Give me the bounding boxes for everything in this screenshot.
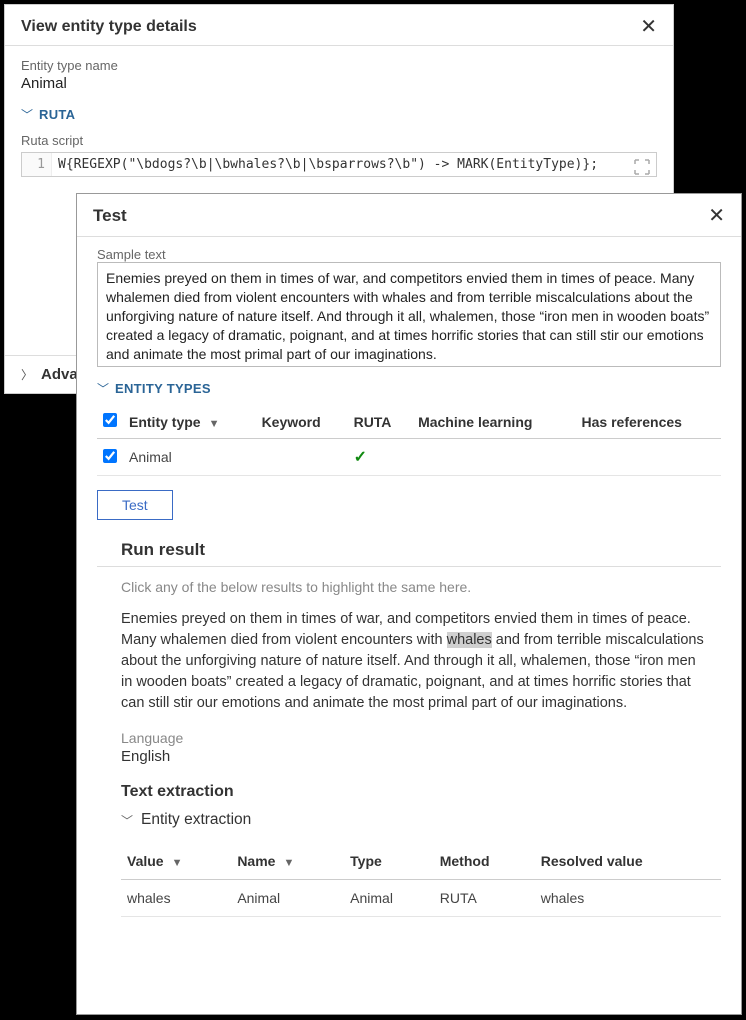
extraction-table: Value▼ Name▼ Type Method Resolved value … xyxy=(121,843,721,917)
entity-extraction-label: Entity extraction xyxy=(141,811,251,829)
ruta-code-editor[interactable]: 1 W{REGEXP("\bdogs?\b|\bwhales?\b|\bspar… xyxy=(21,152,657,177)
col-keyword[interactable]: Keyword xyxy=(256,405,348,439)
cell-resolved: whales xyxy=(535,880,721,917)
filter-icon[interactable]: ▼ xyxy=(209,418,220,430)
code-line-number: 1 xyxy=(22,153,52,176)
close-icon[interactable]: ✕ xyxy=(640,17,657,37)
sample-text-label: Sample text xyxy=(97,247,721,262)
entity-extraction-toggle[interactable]: ﹀ Entity extraction xyxy=(121,811,721,829)
table-row[interactable]: whales Animal Animal RUTA whales xyxy=(121,880,721,917)
entity-types-table: Entity type▼ Keyword RUTA Machine learni… xyxy=(97,405,721,476)
col-hasrefs[interactable]: Has references xyxy=(576,405,721,439)
col-ruta[interactable]: RUTA xyxy=(348,405,412,439)
test-panel: Test ✕ Sample text ﹀ ENTITY TYPES Entity… xyxy=(76,193,742,1015)
cell-method: RUTA xyxy=(434,880,535,917)
col-type[interactable]: Type xyxy=(344,843,434,880)
filter-icon[interactable]: ▼ xyxy=(172,857,183,869)
run-result-text: Enemies preyed on them in times of war, … xyxy=(121,609,721,714)
close-icon[interactable]: ✕ xyxy=(708,206,725,226)
chevron-down-icon: ﹀ xyxy=(97,380,109,397)
cell-type: Animal xyxy=(344,880,434,917)
entity-types-label: ENTITY TYPES xyxy=(115,381,211,396)
ruta-script-label: Ruta script xyxy=(21,133,657,148)
col-ml[interactable]: Machine learning xyxy=(412,405,575,439)
chevron-down-icon: ﹀ xyxy=(21,106,33,123)
test-title: Test xyxy=(93,206,127,226)
test-button[interactable]: Test xyxy=(97,490,173,520)
sample-text-input[interactable] xyxy=(97,262,721,367)
entity-details-title: View entity type details xyxy=(21,18,197,36)
col-name[interactable]: Name▼ xyxy=(231,843,344,880)
col-entity-type[interactable]: Entity type▼ xyxy=(123,405,256,439)
ruta-section-toggle[interactable]: ﹀ RUTA xyxy=(21,106,657,123)
entity-type-name-value: Animal xyxy=(21,75,657,92)
row-checkbox[interactable] xyxy=(103,449,117,463)
checkmark-icon: ✓ xyxy=(354,449,367,466)
table-row[interactable]: Animal ✓ xyxy=(97,439,721,476)
col-resolved[interactable]: Resolved value xyxy=(535,843,721,880)
result-highlight[interactable]: whales xyxy=(447,632,492,648)
run-result-hint: Click any of the below results to highli… xyxy=(121,579,721,595)
chevron-right-icon: 〉 xyxy=(21,366,33,383)
col-value[interactable]: Value▼ xyxy=(121,843,231,880)
ruta-section-label: RUTA xyxy=(39,107,75,122)
language-label: Language xyxy=(121,730,721,746)
cell-name: Animal xyxy=(231,880,344,917)
test-header: Test ✕ xyxy=(77,194,741,237)
divider xyxy=(97,566,721,567)
entity-details-header: View entity type details ✕ xyxy=(5,5,673,46)
run-result-heading: Run result xyxy=(121,540,721,560)
text-extraction-heading: Text extraction xyxy=(121,783,721,801)
entity-type-name-label: Entity type name xyxy=(21,58,657,73)
filter-icon[interactable]: ▼ xyxy=(283,857,294,869)
chevron-down-icon: ﹀ xyxy=(121,812,133,829)
ruta-code-content: W{REGEXP("\bdogs?\b|\bwhales?\b|\bsparro… xyxy=(52,153,656,176)
language-value: English xyxy=(121,748,721,765)
expand-icon[interactable] xyxy=(632,157,652,177)
col-method[interactable]: Method xyxy=(434,843,535,880)
select-all-checkbox[interactable] xyxy=(103,413,117,427)
cell-value: whales xyxy=(121,880,231,917)
entity-types-toggle[interactable]: ﹀ ENTITY TYPES xyxy=(97,380,721,397)
row-entity-name: Animal xyxy=(123,439,256,476)
